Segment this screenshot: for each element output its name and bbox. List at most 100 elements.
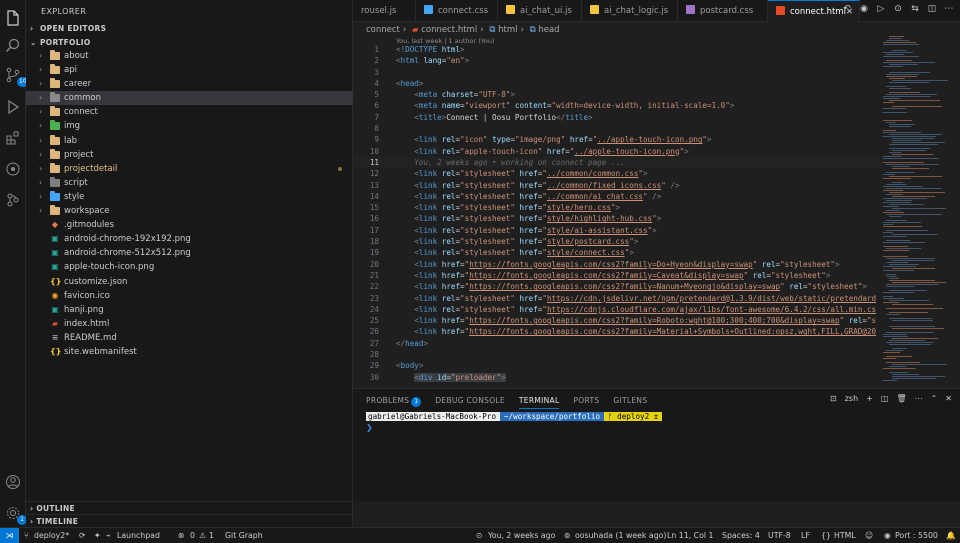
breadcrumb-file[interactable]: connect.html (421, 25, 477, 35)
code-line[interactable]: 20 <link href="https://fonts.googleapis.… (353, 259, 883, 270)
explorer-icon[interactable] (5, 10, 21, 26)
folder-item[interactable]: › style (26, 190, 353, 204)
code-line[interactable]: 15 <link rel="stylesheet" href="style/he… (353, 202, 883, 213)
code-line[interactable]: 2 <html lang="en"> (353, 55, 883, 66)
blame-status[interactable]: You, 2 weeks ago (488, 528, 555, 543)
editor-tab[interactable]: ai_chat_logic.js (582, 0, 678, 22)
code-line[interactable]: 14 <link rel="stylesheet" href="../commo… (353, 191, 883, 202)
code-line[interactable]: 8 (353, 123, 883, 134)
code-editor[interactable]: 1 <!DOCTYPE html> 2 <html lang="en"> 3 4 <head… (353, 44, 883, 388)
breadcrumb-folder[interactable]: connect (366, 25, 400, 35)
folder-item[interactable]: › lab (26, 134, 353, 148)
code-line[interactable]: 24 <link rel="stylesheet" href="https://… (353, 304, 883, 315)
folder-item[interactable]: › img (26, 119, 353, 133)
close-panel-icon[interactable]: ✕ (945, 394, 952, 403)
more-actions-icon[interactable]: ⋯ (944, 4, 954, 14)
open-changes-icon[interactable]: ◉ (859, 4, 869, 14)
file-item[interactable]: ▰ index.html (26, 317, 353, 331)
sync-icon[interactable]: ⟳ (79, 528, 86, 543)
code-line[interactable]: 26 <link href="https://fonts.googleapis.… (353, 326, 883, 337)
code-line[interactable]: 23 <link rel="stylesheet" href="https://… (353, 293, 883, 304)
cursor-position[interactable]: Ln 11, Col 1 (667, 528, 713, 543)
code-line[interactable]: 16 <link rel="stylesheet" href="style/hi… (353, 213, 883, 224)
editor-tab[interactable]: connect.css (416, 0, 498, 22)
code-line[interactable]: 12 <link rel="stylesheet" href="../commo… (353, 168, 883, 179)
timeline-section[interactable]: › TIMELINE (26, 514, 353, 528)
code-line[interactable]: 27 </head> (353, 338, 883, 349)
go-live-icon[interactable]: ▷ (876, 4, 886, 14)
author-status[interactable]: oosuhada (1 week ago) (575, 528, 666, 543)
folder-item[interactable]: › connect (26, 105, 353, 119)
new-terminal-icon[interactable]: + (866, 394, 873, 403)
breadcrumb-node-html[interactable]: html (498, 25, 517, 35)
copilot-icon[interactable]: ☺ (865, 528, 873, 543)
code-line[interactable]: 13 <link rel="stylesheet" href="../commo… (353, 180, 883, 191)
panel-tab[interactable]: DEBUG CONSOLE (435, 395, 505, 409)
file-item[interactable]: ▣ apple-touch-icon.png (26, 260, 353, 274)
breadcrumb-node-head[interactable]: head (538, 25, 559, 35)
code-line[interactable]: 1 <!DOCTYPE html> (353, 44, 883, 55)
search-icon[interactable] (5, 38, 21, 54)
file-item[interactable]: ▣ android-chrome-512x512.png (26, 246, 353, 260)
open-editors-section[interactable]: › OPEN EDITORS (30, 23, 106, 35)
code-line[interactable]: 25 <link href="https://fonts.googleapis.… (353, 315, 883, 326)
run-debug-icon[interactable] (5, 99, 21, 115)
code-line[interactable]: 9 <link rel="icon" type="image/png" href… (353, 134, 883, 145)
live-server-port[interactable]: Port : 5500 (895, 528, 938, 543)
folder-item[interactable]: › project (26, 148, 353, 162)
code-line[interactable]: 6 <meta name="viewport" content="width=d… (353, 100, 883, 111)
folder-item[interactable]: › career (26, 77, 353, 91)
settings-gear-icon[interactable]: 1 (5, 505, 27, 525)
gitlens-icon[interactable]: ⊙ (893, 4, 903, 14)
maximize-panel-icon[interactable]: ⌃ (931, 394, 938, 403)
code-line[interactable]: 22 <link href="https://fonts.googleapis.… (353, 281, 883, 292)
warning-count[interactable]: 1 (209, 528, 214, 543)
code-line[interactable]: 30 <div id="preloader"> (353, 372, 883, 383)
shell-name[interactable]: zsh (845, 394, 858, 403)
code-line[interactable]: 11 You, 2 weeks ago • working on connect… (353, 156, 883, 169)
code-line[interactable]: 4 <head> (353, 78, 883, 89)
folder-item[interactable]: › common (26, 91, 353, 106)
code-line[interactable]: 18 <link rel="stylesheet" href="style/po… (353, 236, 883, 247)
indentation[interactable]: Spaces: 4 (722, 528, 760, 543)
editor-tab[interactable]: postcard.css (678, 0, 768, 22)
extensions-icon[interactable] (5, 130, 21, 146)
error-count[interactable]: 0 (190, 528, 195, 543)
code-line[interactable]: 21 <link href="https://fonts.googleapis.… (353, 270, 883, 281)
file-item[interactable]: ◆ .gitmodules (26, 218, 353, 232)
minimap[interactable] (883, 32, 960, 388)
split-terminal-icon[interactable]: ◫ (881, 394, 889, 403)
file-item[interactable]: ▣ hanji.png (26, 303, 353, 317)
git-graph-icon[interactable] (5, 192, 21, 208)
more-actions-icon[interactable]: ⋯ (915, 394, 923, 403)
compare-icon[interactable]: ⇆ (910, 4, 920, 14)
source-control-icon[interactable]: 10 (5, 67, 29, 87)
panel-tab[interactable]: TERMINAL (518, 395, 560, 409)
file-item[interactable]: ▣ android-chrome-192x192.png (26, 232, 353, 246)
code-line[interactable]: 5 <meta charset="UTF-8"> (353, 89, 883, 100)
launchpad-label[interactable]: Launchpad (117, 528, 160, 543)
encoding[interactable]: UTF-8 (768, 528, 791, 543)
kill-terminal-icon[interactable]: 🗑 (896, 394, 906, 403)
branch-name[interactable]: deploy2* (34, 528, 69, 543)
outline-section[interactable]: › OUTLINE (26, 501, 353, 515)
timeline-compare-icon[interactable]: ↶ (842, 4, 852, 14)
code-line[interactable]: 3 (353, 67, 883, 78)
editor-tab[interactable]: rousel.js (353, 0, 416, 22)
language-mode[interactable]: HTML (834, 528, 856, 543)
folder-item[interactable]: › projectdetail (26, 162, 353, 176)
git-graph-label[interactable]: Git Graph (225, 528, 263, 543)
code-line[interactable]: 7 <title>Connect | Oosu Portfolio</title… (353, 112, 883, 123)
code-line[interactable]: 10 <link rel="apple-touch-icon" href="..… (353, 146, 883, 157)
split-editor-icon[interactable]: ◫ (927, 4, 937, 14)
folder-item[interactable]: › script (26, 176, 353, 190)
code-line[interactable]: 19 <link rel="stylesheet" href="style/co… (353, 247, 883, 258)
file-item[interactable]: {} customize.json (26, 275, 353, 289)
panel-tab[interactable]: GITLENS (613, 395, 647, 409)
editor-tab[interactable]: ai_chat_ui.js (498, 0, 582, 22)
account-icon[interactable] (5, 474, 21, 490)
folder-item[interactable]: › workspace (26, 204, 353, 218)
panel-tab[interactable]: PROBLEMS 1 (366, 395, 422, 409)
folder-item[interactable]: › about (26, 49, 353, 63)
file-item[interactable]: ◉ favicon.ico (26, 289, 353, 303)
